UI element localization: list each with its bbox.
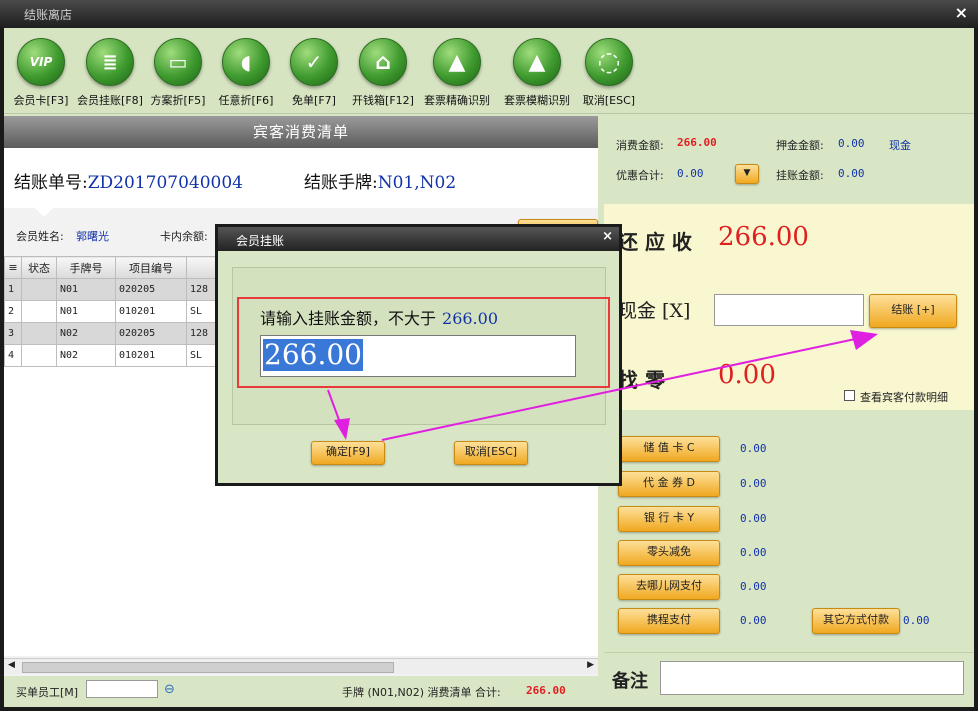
arrow-to-checkout: [381, 337, 861, 441]
arrow-head-checkout: [850, 330, 878, 350]
annotation-arrows: [327, 330, 878, 441]
arrow-head-confirm: [334, 418, 350, 440]
